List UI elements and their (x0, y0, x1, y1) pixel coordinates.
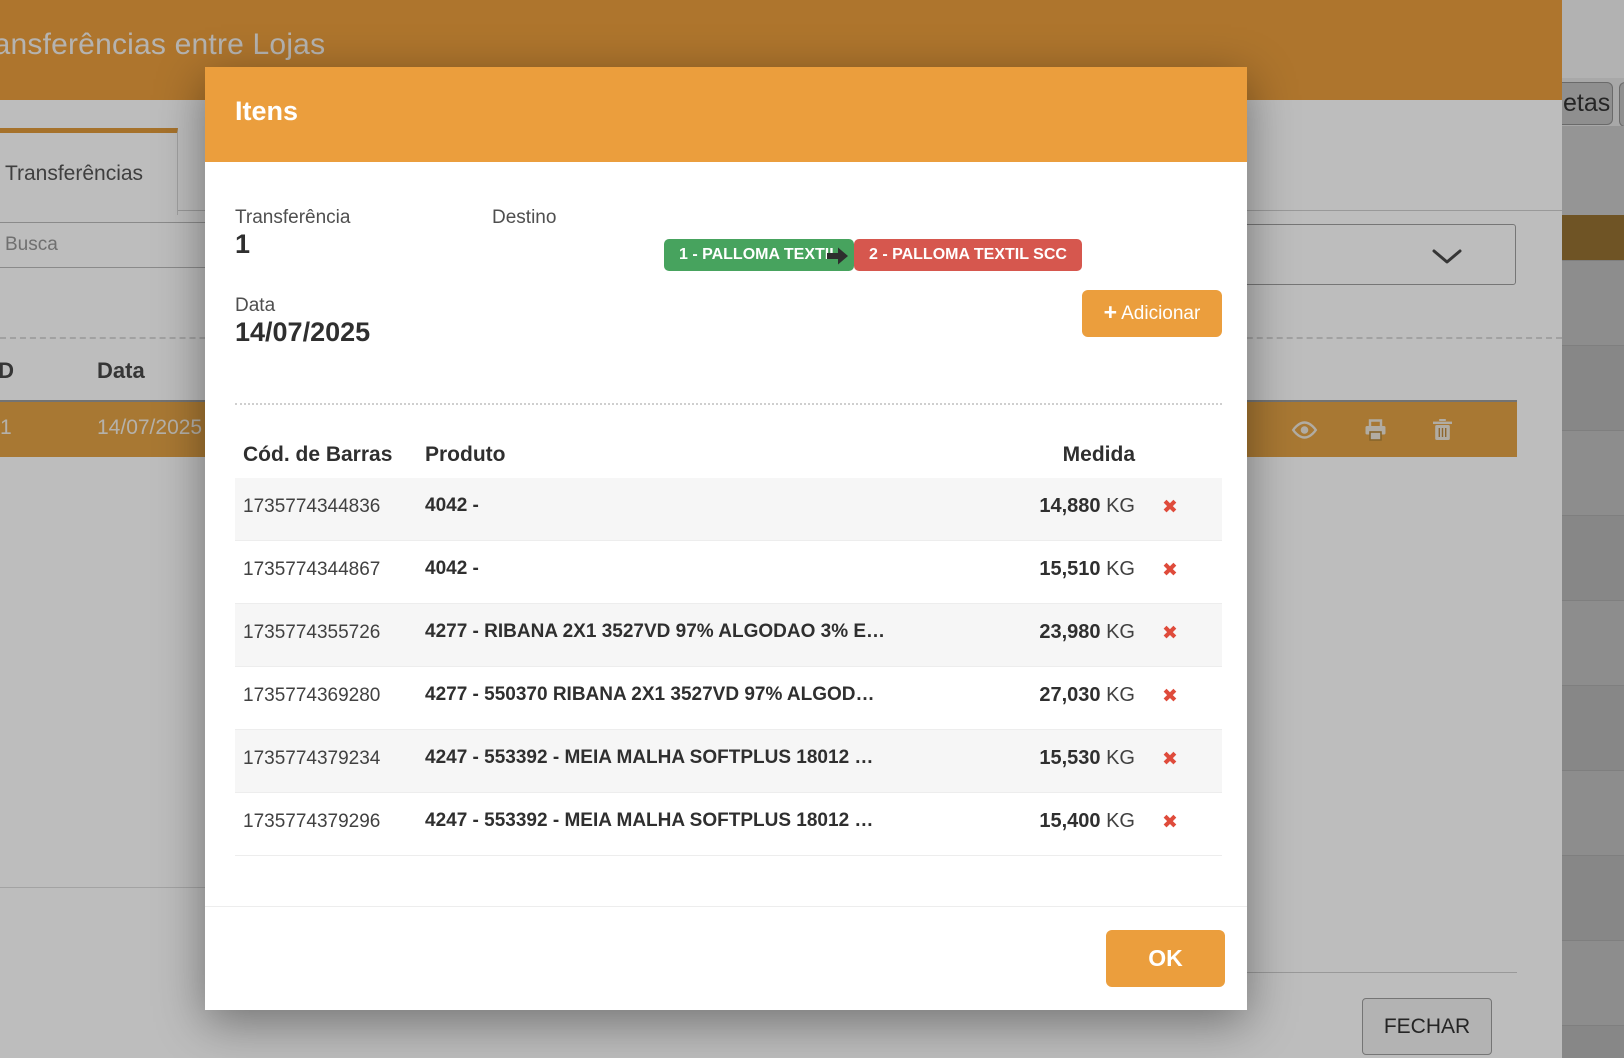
item-row: 1735774369280 4277 - 550370 RIBANA 2X1 3… (235, 667, 1222, 730)
items-table-header: Cód. de Barras Produto Medida (235, 437, 1222, 478)
items-table-body: 1735774344836 4042 - 14,880 KG ✖ 1735774… (235, 478, 1222, 856)
modal-header: Itens (205, 67, 1247, 162)
column-header-barcode: Cód. de Barras (243, 443, 392, 467)
transfer-label: Transferência (235, 207, 350, 229)
adicionar-label: Adicionar (1121, 303, 1200, 325)
column-header-measure: Medida (935, 443, 1135, 467)
item-product: 4247 - 553392 - MEIA MALHA SOFTPLUS 1801… (425, 810, 925, 832)
item-measure: 15,510 KG (875, 558, 1135, 581)
item-barcode: 1735774344867 (243, 559, 380, 581)
item-row: 1735774355726 4277 - RIBANA 2X1 3527VD 9… (235, 604, 1222, 667)
plus-icon: + (1104, 299, 1117, 326)
item-product: 4042 - (425, 558, 925, 580)
remove-item-button[interactable]: ✖ (1150, 558, 1190, 583)
column-header-product: Produto (425, 443, 505, 467)
item-product: 4277 - 550370 RIBANA 2X1 3527VD 97% ALGO… (425, 684, 925, 706)
date-value: 14/07/2025 (235, 317, 370, 348)
item-row: 1735774344836 4042 - 14,880 KG ✖ (235, 478, 1222, 541)
itens-modal: Itens Transferência 1 Destino 1 - PALLOM… (205, 67, 1247, 1010)
item-barcode: 1735774344836 (243, 496, 380, 518)
arrow-right-icon (825, 244, 850, 268)
item-product: 4247 - 553392 - MEIA MALHA SOFTPLUS 1801… (425, 747, 925, 769)
item-product: 4277 - RIBANA 2X1 3527VD 97% ALGODAO 3% … (425, 621, 925, 643)
item-row: 1735774379296 4247 - 553392 - MEIA MALHA… (235, 793, 1222, 856)
item-measure: 15,400 KG (875, 810, 1135, 833)
item-measure: 15,530 KG (875, 747, 1135, 770)
ok-button[interactable]: OK (1106, 930, 1225, 987)
item-product: 4042 - (425, 495, 925, 517)
modal-title: Itens (235, 96, 298, 127)
item-measure: 14,880 KG (875, 495, 1135, 518)
item-measure: 23,980 KG (875, 621, 1135, 644)
dotted-separator (235, 403, 1222, 405)
item-barcode: 1735774379296 (243, 811, 380, 833)
screen: etas Transferências entre Lojas Transfer… (0, 0, 1624, 1058)
remove-item-button[interactable]: ✖ (1150, 495, 1190, 520)
remove-item-button[interactable]: ✖ (1150, 621, 1190, 646)
date-label: Data (235, 295, 275, 317)
destination-label: Destino (492, 207, 556, 229)
item-barcode: 1735774355726 (243, 622, 380, 644)
item-row: 1735774344867 4042 - 15,510 KG ✖ (235, 541, 1222, 604)
remove-item-button[interactable]: ✖ (1150, 810, 1190, 835)
destination-store-badge: 2 - PALLOMA TEXTIL SCC (854, 239, 1082, 271)
item-barcode: 1735774369280 (243, 685, 380, 707)
remove-item-button[interactable]: ✖ (1150, 684, 1190, 709)
adicionar-button[interactable]: + Adicionar (1082, 290, 1222, 337)
item-barcode: 1735774379234 (243, 748, 380, 770)
item-row: 1735774379234 4247 - 553392 - MEIA MALHA… (235, 730, 1222, 793)
transfer-value: 1 (235, 229, 250, 260)
item-measure: 27,030 KG (875, 684, 1135, 707)
remove-item-button[interactable]: ✖ (1150, 747, 1190, 772)
modal-footer-divider (205, 906, 1247, 907)
